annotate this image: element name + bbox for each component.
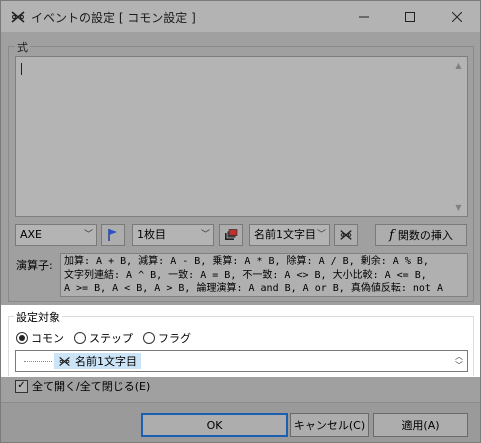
- scroll-down-icon[interactable]: ▼: [450, 199, 467, 216]
- operators-label: 演算子:: [16, 259, 53, 272]
- radio-flag[interactable]: フラグ: [143, 330, 191, 346]
- minimize-icon: [359, 16, 369, 17]
- page-select-value: 1枚目: [137, 228, 166, 241]
- radio-unselected-icon: [143, 332, 155, 344]
- insert-function-label: 関数の挿入: [397, 229, 453, 242]
- page-layers-button[interactable]: [219, 224, 243, 246]
- radio-common[interactable]: コモン: [16, 330, 64, 346]
- x-event-icon: [340, 230, 352, 240]
- checkmark-icon: ✓: [15, 379, 28, 393]
- selected-item-label: 名前1文字目: [75, 355, 137, 368]
- tree-connector: [24, 361, 52, 362]
- scroll-up-icon[interactable]: ▲: [450, 57, 467, 74]
- close-icon: [452, 11, 462, 22]
- radio-step[interactable]: ステップ: [74, 330, 133, 346]
- radio-flag-label: フラグ: [158, 332, 191, 345]
- event-toggle-button[interactable]: [334, 224, 358, 246]
- window-title: イベントの設定 [ コモン設定 ]: [31, 11, 196, 25]
- layers-icon: [225, 229, 238, 240]
- radio-step-label: ステップ: [89, 332, 133, 345]
- operators-reference: 加算: A + B, 減算: A - B, 乗算: A * B, 除算: A /…: [60, 253, 468, 297]
- title-bar[interactable]: イベントの設定 [ コモン設定 ]: [1, 1, 480, 32]
- chevron-down-icon: ﹀: [83, 230, 93, 240]
- target-group-label: 設定対象: [14, 309, 62, 325]
- text-caret: [21, 63, 22, 75]
- chevron-down-icon: ﹀: [316, 230, 326, 240]
- function-icon: f: [389, 227, 394, 243]
- cancel-button-label: キャンセル(C): [293, 419, 366, 432]
- radio-common-label: コモン: [31, 332, 64, 345]
- flag-icon: [108, 229, 117, 241]
- operators-line: 加算: A + B, 減算: A - B, 乗算: A * B, 除算: A /…: [64, 256, 429, 267]
- expand-all-checkbox[interactable]: ✓ 全て開く/全て閉じる(E): [15, 378, 150, 394]
- flag-button[interactable]: [101, 224, 125, 246]
- expression-input[interactable]: ▲ ▼: [15, 56, 468, 217]
- ok-button[interactable]: OK: [141, 413, 288, 437]
- x-event-icon: [59, 356, 70, 366]
- selected-tree-item[interactable]: 名前1文字目: [54, 353, 141, 369]
- target-radio-group: コモン ステップ フラグ: [16, 330, 191, 346]
- maximize-button[interactable]: [387, 1, 433, 32]
- expression-group-label: 式: [15, 39, 30, 55]
- expand-all-label: 全て開く/全て閉じる(E): [32, 380, 151, 393]
- apply-button[interactable]: 適用(A): [373, 413, 468, 437]
- ok-button-label: OK: [206, 418, 223, 432]
- maximize-icon: [405, 11, 415, 22]
- target-item-select[interactable]: 名前1文字目 ︿ ﹀: [15, 350, 468, 372]
- operators-line: 文字列連結: A ^ B, 一致: A = B, 不一致: A <> B, 大小…: [64, 269, 427, 281]
- spin-updown-icon[interactable]: ︿ ﹀: [455, 352, 463, 370]
- category-select-value: AXE: [20, 228, 43, 241]
- category-select[interactable]: AXE ﹀: [15, 224, 97, 246]
- minimize-button[interactable]: [341, 1, 387, 32]
- variable-select[interactable]: 名前1文字目 ﹀: [249, 224, 330, 246]
- event-settings-icon: [11, 11, 25, 23]
- vertical-scrollbar[interactable]: ▲ ▼: [450, 57, 467, 216]
- cancel-button[interactable]: キャンセル(C): [290, 413, 369, 437]
- variable-select-value: 名前1文字目: [254, 228, 316, 241]
- insert-function-button[interactable]: f 関数の挿入: [375, 224, 467, 246]
- operators-line: A >= B, A < B, A > B, 論理演算: A and B, A o…: [64, 283, 443, 294]
- radio-unselected-icon: [74, 332, 86, 344]
- page-select[interactable]: 1枚目 ﹀: [132, 224, 214, 246]
- radio-selected-icon: [16, 332, 28, 344]
- apply-button-label: 適用(A): [401, 419, 440, 432]
- dialog-window: イベントの設定 [ コモン設定 ] 式 ▲ ▼ AXE ﹀ 1枚目 ﹀ 名前1文…: [0, 0, 481, 443]
- chevron-down-icon: ﹀: [200, 230, 210, 240]
- close-button[interactable]: [434, 1, 480, 32]
